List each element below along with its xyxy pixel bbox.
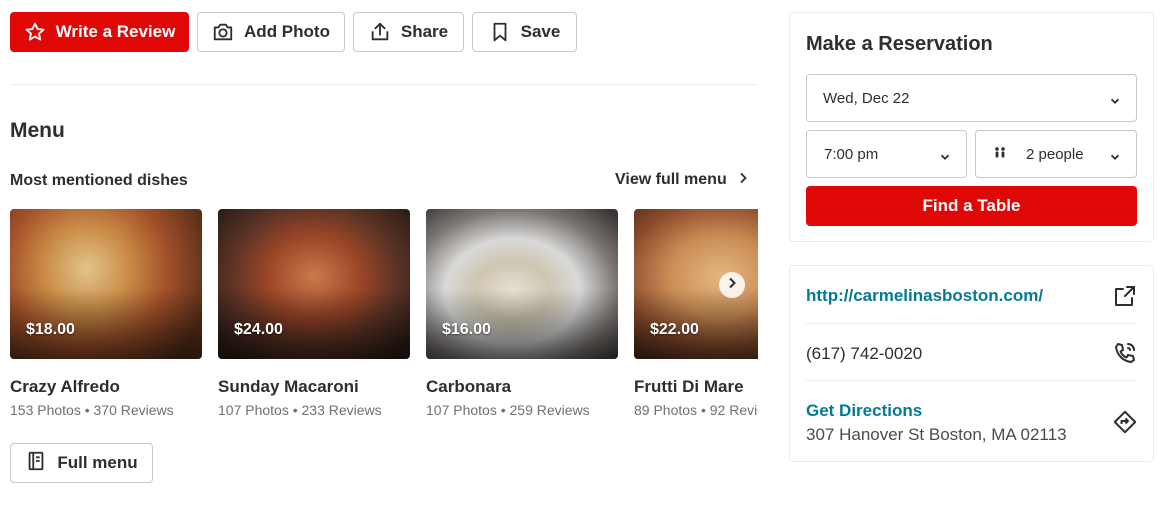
star-icon <box>24 21 46 43</box>
camera-icon <box>212 21 234 43</box>
share-button[interactable]: Share <box>353 12 464 52</box>
website-link[interactable]: http://carmelinasboston.com/ <box>806 286 1043 306</box>
date-value: Wed, Dec 22 <box>823 89 910 107</box>
share-label: Share <box>400 22 449 41</box>
phone-number: (617) 742-0020 <box>806 344 923 363</box>
find-table-button[interactable]: Find a Table <box>806 186 1137 226</box>
business-info-panel: http://carmelinasboston.com/ (617) 742-0… <box>789 265 1154 462</box>
write-review-label: Write a Review <box>55 22 176 41</box>
reservation-title: Make a Reservation <box>806 33 993 55</box>
dish-price: $24.00 <box>234 321 283 338</box>
full-menu-button[interactable]: Full menu <box>10 443 153 483</box>
party-size-select[interactable]: 2 people <box>975 130 1137 178</box>
dish-card[interactable]: $18.00 Crazy Alfredo 153 Photos • 370 Re… <box>10 209 202 418</box>
directions-icon[interactable] <box>1113 410 1137 434</box>
share-icon <box>369 21 391 43</box>
phone-row: (617) 742-0020 <box>806 324 1137 381</box>
menu-book-icon <box>25 450 47 477</box>
phone-icon[interactable] <box>1113 341 1137 365</box>
chevron-down-icon <box>1110 149 1120 160</box>
get-directions-link[interactable]: Get Directions <box>806 401 922 421</box>
time-value: 7:00 pm <box>824 145 879 163</box>
dish-price: $18.00 <box>26 321 75 338</box>
add-photo-button[interactable]: Add Photo <box>197 12 345 52</box>
dish-meta: 107 Photos • 259 Reviews <box>426 402 590 418</box>
menu-title: Menu <box>10 119 65 142</box>
website-row: http://carmelinasboston.com/ <box>806 266 1137 324</box>
dish-name: Crazy Alfredo <box>10 377 120 396</box>
dish-card[interactable]: $24.00 Sunday Macaroni 107 Photos • 233 … <box>218 209 410 418</box>
chevron-right-icon <box>726 276 738 294</box>
dish-meta: 89 Photos • 92 Reviews <box>634 402 758 418</box>
dish-card[interactable]: $22.00 Frutti Di Mare 89 Photos • 92 Rev… <box>634 209 758 418</box>
save-label: Save <box>520 22 561 41</box>
full-menu-label: Full menu <box>57 453 138 472</box>
dish-price: $16.00 <box>442 321 491 338</box>
dish-meta: 153 Photos • 370 Reviews <box>10 402 174 418</box>
view-full-menu-link[interactable]: View full menu <box>615 171 749 189</box>
business-address: 307 Hanover St Boston, MA 02113 <box>806 425 1067 444</box>
date-select[interactable]: Wed, Dec 22 <box>806 74 1137 122</box>
dish-photo: $24.00 <box>218 209 410 359</box>
dish-card[interactable]: $16.00 Carbonara 107 Photos • 259 Review… <box>426 209 618 418</box>
add-photo-label: Add Photo <box>244 22 330 41</box>
dish-name: Frutti Di Mare <box>634 377 744 396</box>
bookmark-icon <box>489 21 511 43</box>
dishes-heading: Most mentioned dishes <box>10 172 188 189</box>
chevron-down-icon <box>1110 93 1120 104</box>
carousel-next-button[interactable] <box>719 272 745 298</box>
dish-meta: 107 Photos • 233 Reviews <box>218 402 382 418</box>
view-full-menu-label: View full menu <box>615 171 727 188</box>
section-divider <box>10 84 758 85</box>
chevron-down-icon <box>940 149 950 160</box>
dish-name: Sunday Macaroni <box>218 377 359 396</box>
directions-row: Get Directions 307 Hanover St Boston, MA… <box>806 381 1137 463</box>
external-link-icon[interactable] <box>1113 284 1137 308</box>
dish-name: Carbonara <box>426 377 512 396</box>
save-button[interactable]: Save <box>472 12 577 52</box>
people-icon <box>992 146 1008 162</box>
dish-price: $22.00 <box>650 321 699 338</box>
write-review-button[interactable]: Write a Review <box>10 12 189 52</box>
dish-photo: $16.00 <box>426 209 618 359</box>
reservation-panel: Make a Reservation Wed, Dec 22 7:00 pm 2… <box>789 12 1154 242</box>
party-size-value: 2 people <box>1026 145 1084 163</box>
dishes-carousel: $18.00 Crazy Alfredo 153 Photos • 370 Re… <box>10 209 758 424</box>
time-select[interactable]: 7:00 pm <box>806 130 967 178</box>
chevron-right-icon <box>737 171 749 189</box>
dish-photo: $18.00 <box>10 209 202 359</box>
